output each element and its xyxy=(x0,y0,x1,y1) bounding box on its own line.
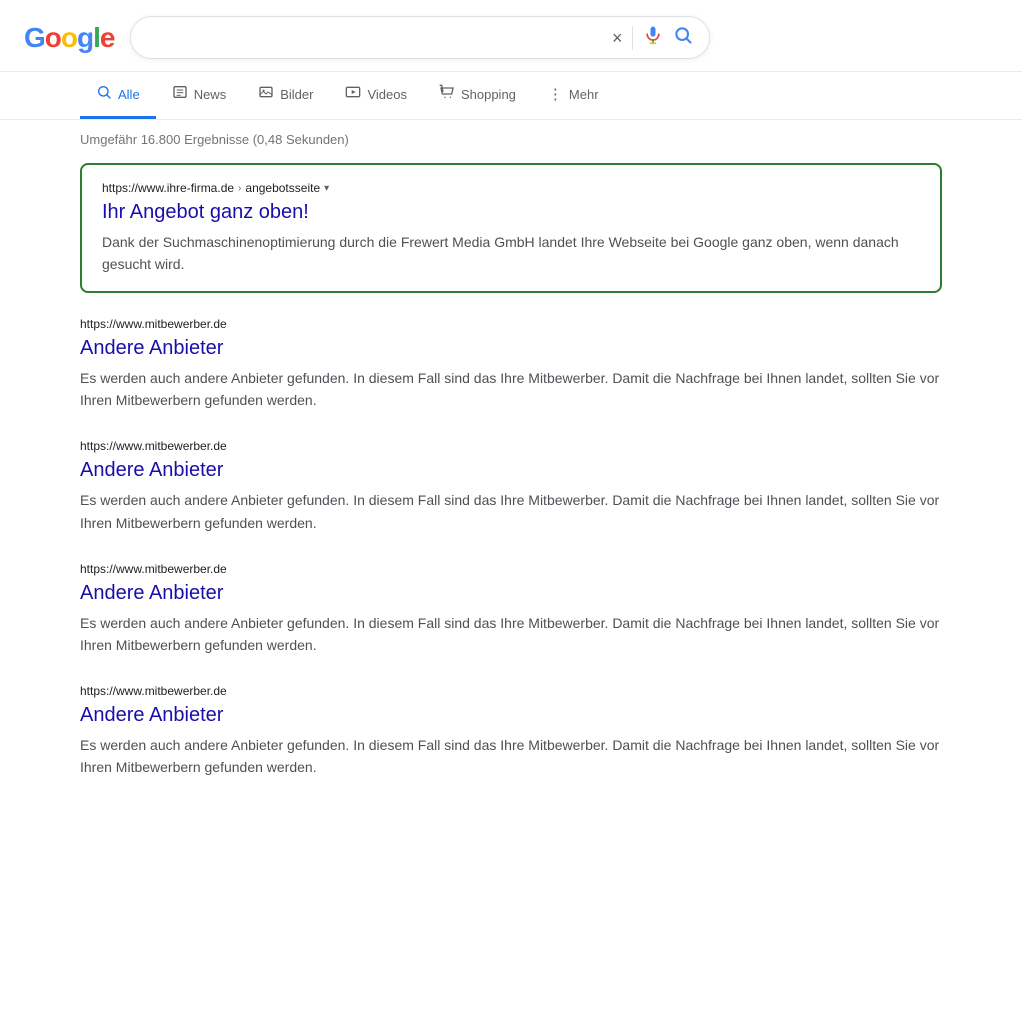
featured-result: https://www.ihre-firma.de › angebotsseit… xyxy=(80,163,942,293)
featured-breadcrumb: angebotsseite xyxy=(245,181,320,195)
divider xyxy=(632,26,633,50)
result-title-0[interactable]: Andere Anbieter xyxy=(80,335,942,361)
result-description-0: Es werden auch andere Anbieter gefunden.… xyxy=(80,367,942,411)
result-url-0: https://www.mitbewerber.de xyxy=(80,317,942,331)
results-count-text: Umgefähr 16.800 Ergebnisse (0,48 Sekunde… xyxy=(80,132,349,147)
result-description-3: Es werden auch andere Anbieter gefunden.… xyxy=(80,734,942,778)
tab-videos[interactable]: Videos xyxy=(329,72,423,119)
tab-videos-label: Videos xyxy=(367,87,407,102)
shopping-tab-icon xyxy=(439,84,455,104)
result-description-2: Es werden auch andere Anbieter gefunden.… xyxy=(80,612,942,656)
result-item-3: https://www.mitbewerber.de Andere Anbiet… xyxy=(80,684,942,778)
search-input[interactable]: Ihr Angebot wird gesucht xyxy=(147,29,603,47)
featured-url: https://www.ihre-firma.de › angebotsseit… xyxy=(102,181,920,195)
featured-title[interactable]: Ihr Angebot ganz oben! xyxy=(102,199,920,225)
featured-url-text: https://www.ihre-firma.de xyxy=(102,181,234,195)
result-url-text-2: https://www.mitbewerber.de xyxy=(80,562,227,576)
result-item-0: https://www.mitbewerber.de Andere Anbiet… xyxy=(80,317,942,411)
clear-button[interactable]: × xyxy=(612,29,623,47)
result-url-3: https://www.mitbewerber.de xyxy=(80,684,942,698)
result-item-2: https://www.mitbewerber.de Andere Anbiet… xyxy=(80,562,942,656)
nav-tabs: Alle News Bilder xyxy=(0,72,1022,120)
breadcrumb-separator: › xyxy=(238,183,241,194)
bilder-tab-icon xyxy=(258,84,274,104)
tab-shopping[interactable]: Shopping xyxy=(423,72,532,119)
result-url-text-0: https://www.mitbewerber.de xyxy=(80,317,227,331)
result-item-1: https://www.mitbewerber.de Andere Anbiet… xyxy=(80,439,942,533)
result-title-2[interactable]: Andere Anbieter xyxy=(80,580,942,606)
search-tab-icon xyxy=(96,84,112,104)
result-url-2: https://www.mitbewerber.de xyxy=(80,562,942,576)
mic-icon[interactable] xyxy=(643,25,663,50)
tab-news[interactable]: News xyxy=(156,72,243,119)
tab-bilder-label: Bilder xyxy=(280,87,313,102)
results-info: Umgefähr 16.800 Ergebnisse (0,48 Sekunde… xyxy=(0,120,1022,155)
url-dropdown-icon[interactable]: ▾ xyxy=(324,183,329,194)
news-tab-icon xyxy=(172,84,188,104)
tab-alle-label: Alle xyxy=(118,87,140,102)
videos-tab-icon xyxy=(345,84,361,104)
result-title-3[interactable]: Andere Anbieter xyxy=(80,702,942,728)
tab-news-label: News xyxy=(194,87,227,102)
google-logo: Google xyxy=(24,22,114,54)
result-url-text-1: https://www.mitbewerber.de xyxy=(80,439,227,453)
results-area: https://www.ihre-firma.de › angebotsseit… xyxy=(0,155,1022,814)
search-submit-icon[interactable] xyxy=(673,25,693,50)
tab-mehr[interactable]: ⋮ Mehr xyxy=(532,73,615,118)
tab-shopping-label: Shopping xyxy=(461,87,516,102)
search-bar: Ihr Angebot wird gesucht × xyxy=(130,16,710,59)
tab-alle[interactable]: Alle xyxy=(80,72,156,119)
result-description-1: Es werden auch andere Anbieter gefunden.… xyxy=(80,489,942,533)
tab-bilder[interactable]: Bilder xyxy=(242,72,329,119)
featured-description: Dank der Suchmaschinenoptimierung durch … xyxy=(102,231,920,275)
result-url-text-3: https://www.mitbewerber.de xyxy=(80,684,227,698)
header: Google Ihr Angebot wird gesucht × xyxy=(0,0,1022,72)
result-title-1[interactable]: Andere Anbieter xyxy=(80,457,942,483)
search-bar-icons: × xyxy=(612,25,694,50)
result-url-1: https://www.mitbewerber.de xyxy=(80,439,942,453)
mehr-tab-icon: ⋮ xyxy=(548,85,563,103)
tab-mehr-label: Mehr xyxy=(569,87,599,102)
